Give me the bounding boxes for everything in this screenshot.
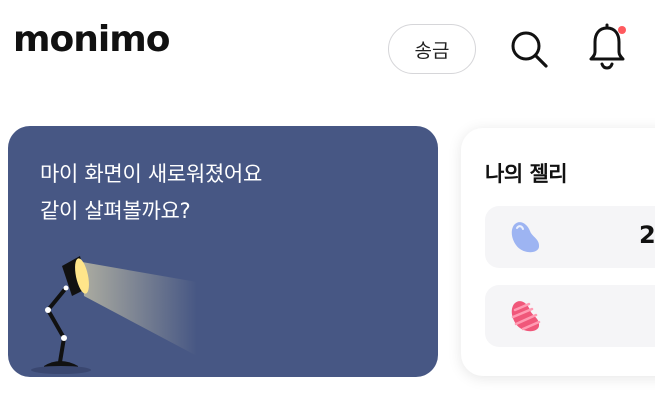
notification-dot — [618, 26, 626, 34]
banner-line-2: 같이 살펴볼까요? — [40, 199, 191, 223]
promo-banner[interactable]: 마이 화면이 새로워졌어요 같이 살펴볼까요? — [8, 126, 438, 377]
search-icon — [511, 31, 548, 68]
my-jelly-card[interactable]: 나의 젤리 2 — [461, 128, 655, 376]
notification-button[interactable] — [584, 23, 630, 70]
jelly-card-title: 나의 젤리 — [485, 162, 568, 186]
monimo-logo[interactable]: monimo — [13, 22, 170, 58]
banner-line-1: 마이 화면이 새로워졌어요 — [40, 162, 262, 186]
jelly-row-blue[interactable]: 2 — [485, 206, 655, 268]
jelly-count-blue: 2 — [639, 221, 655, 249]
send-money-button[interactable]: 송금 — [388, 24, 476, 74]
jelly-row-pink[interactable] — [485, 285, 655, 347]
desk-lamp-icon — [31, 256, 197, 374]
banner-text: 마이 화면이 새로워졌어요 같이 살펴볼까요? — [40, 156, 262, 230]
page: monimo 송금 마이 화면이 새로워졌어요 같이 살펴볼까요? 나의 젤리 … — [0, 0, 655, 417]
search-button[interactable] — [506, 26, 552, 72]
pink-jelly-icon — [511, 301, 541, 332]
blue-jelly-icon — [511, 222, 540, 253]
